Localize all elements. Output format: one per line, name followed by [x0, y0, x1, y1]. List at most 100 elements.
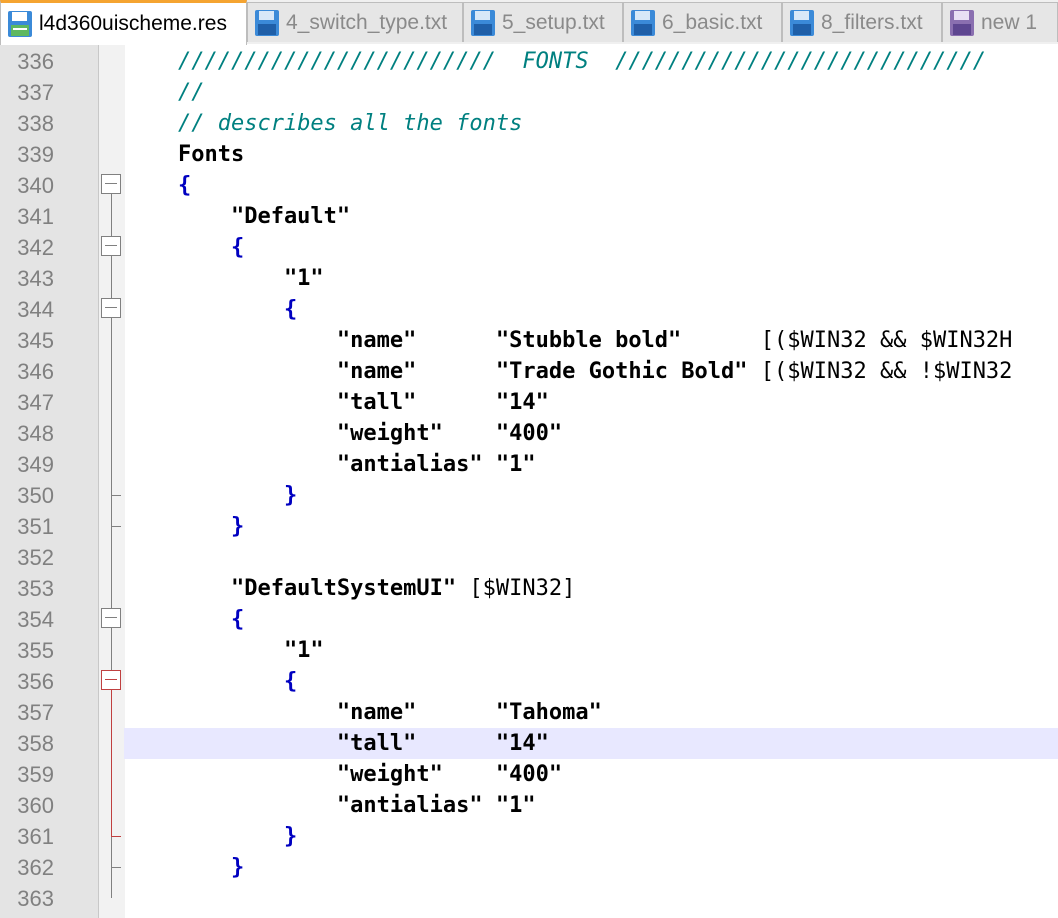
- code-text[interactable]: "name" "Stubble bold" [($WIN32 && $WIN32…: [125, 325, 1013, 356]
- code-line[interactable]: 360 "antialias" "1": [0, 790, 1058, 821]
- code-line[interactable]: 356 {: [0, 666, 1058, 697]
- code-line[interactable]: 351 }: [0, 511, 1058, 542]
- code-line[interactable]: 342 {: [0, 232, 1058, 263]
- save-disk-icon: [470, 9, 496, 37]
- code-line[interactable]: 357 "name" "Tahoma": [0, 697, 1058, 728]
- collapse-box-icon: [101, 174, 121, 194]
- code-text[interactable]: //: [125, 77, 205, 108]
- collapse-box-icon: [101, 608, 121, 628]
- code-text[interactable]: "Default": [125, 201, 350, 232]
- code-line[interactable]: 337 //: [0, 77, 1058, 108]
- tab-8-filters[interactable]: 8_filters.txt: [782, 2, 942, 42]
- code-text[interactable]: }: [125, 511, 244, 542]
- code-line[interactable]: 346 "name" "Trade Gothic Bold" [($WIN32 …: [0, 356, 1058, 387]
- code-text[interactable]: {: [125, 294, 297, 325]
- tab-6-basic[interactable]: 6_basic.txt: [623, 2, 782, 42]
- line-number: 345: [17, 328, 54, 353]
- code-text[interactable]: {: [125, 604, 244, 635]
- code-line[interactable]: 362 }: [0, 852, 1058, 883]
- code-line[interactable]: 361 }: [0, 821, 1058, 852]
- fold-end-marker: [111, 526, 121, 527]
- tab-4-switch-type[interactable]: 4_switch_type.txt: [247, 2, 463, 42]
- code-text[interactable]: "tall" "14": [125, 728, 549, 759]
- fold-toggle-icon[interactable]: [100, 232, 123, 263]
- line-number: 360: [17, 793, 54, 818]
- code-editor[interactable]: 336 //////////////////////// FONTS /////…: [0, 44, 1058, 918]
- code-line[interactable]: 344 {: [0, 294, 1058, 325]
- line-number: 356: [17, 669, 54, 694]
- save-disk-icon: [254, 9, 280, 37]
- code-line[interactable]: 340 {: [0, 170, 1058, 201]
- code-text[interactable]: "name" "Tahoma": [125, 697, 602, 728]
- code-line[interactable]: 349 "antialias" "1": [0, 449, 1058, 480]
- tab-label: 6_basic.txt: [662, 10, 763, 34]
- code-text[interactable]: "weight" "400": [125, 759, 562, 790]
- code-text[interactable]: {: [125, 232, 244, 263]
- fold-line: [111, 690, 112, 836]
- code-text[interactable]: "weight" "400": [125, 418, 562, 449]
- code-line[interactable]: 338 // describes all the fonts: [0, 108, 1058, 139]
- line-number: 341: [17, 204, 54, 229]
- code-line[interactable]: 358 "tall" "14": [0, 728, 1058, 759]
- code-text[interactable]: "tall" "14": [125, 387, 549, 418]
- line-number: 361: [17, 824, 54, 849]
- code-line[interactable]: 350 }: [0, 480, 1058, 511]
- code-line[interactable]: 345 "name" "Stubble bold" [($WIN32 && $W…: [0, 325, 1058, 356]
- code-text[interactable]: "antialias" "1": [125, 449, 536, 480]
- line-number: 351: [17, 514, 54, 539]
- code-text[interactable]: }: [125, 480, 297, 511]
- code-line[interactable]: 348 "weight" "400": [0, 418, 1058, 449]
- line-number: 342: [17, 235, 54, 260]
- code-line[interactable]: 347 "tall" "14": [0, 387, 1058, 418]
- code-line[interactable]: 339 Fonts: [0, 139, 1058, 170]
- code-text[interactable]: }: [125, 852, 244, 883]
- line-number: 346: [17, 359, 54, 384]
- tab-new-1[interactable]: new 1: [942, 2, 1058, 42]
- code-text[interactable]: // describes all the fonts: [125, 108, 522, 139]
- saved-file-icon: [7, 10, 33, 38]
- code-text[interactable]: //////////////////////// FONTS /////////…: [125, 46, 986, 77]
- code-line[interactable]: 353 "DefaultSystemUI" [$WIN32]: [0, 573, 1058, 604]
- tab-bar: l4d360uischeme.res 4_switch_type.txt 5_s…: [0, 0, 1058, 45]
- line-number: 362: [17, 855, 54, 880]
- code-line[interactable]: 341 "Default": [0, 201, 1058, 232]
- code-text[interactable]: "name" "Trade Gothic Bold" [($WIN32 && !…: [125, 356, 1013, 387]
- fold-toggle-icon[interactable]: [100, 294, 123, 325]
- code-line[interactable]: 336 //////////////////////// FONTS /////…: [0, 46, 1058, 77]
- line-number: 352: [17, 545, 54, 570]
- tab-l4d360uischeme[interactable]: l4d360uischeme.res: [0, 0, 247, 45]
- code-line[interactable]: 343 "1": [0, 263, 1058, 294]
- line-number: 347: [17, 390, 54, 415]
- save-disk-icon: [789, 9, 815, 37]
- tab-5-setup[interactable]: 5_setup.txt: [463, 2, 623, 42]
- code-text[interactable]: }: [125, 821, 297, 852]
- unsaved-disk-icon: [949, 9, 975, 37]
- line-number: 337: [17, 80, 54, 105]
- code-line[interactable]: 354 {: [0, 604, 1058, 635]
- code-text[interactable]: "1": [125, 635, 324, 666]
- fold-end-marker: [111, 867, 121, 868]
- code-text[interactable]: {: [125, 170, 191, 201]
- line-number: 336: [17, 49, 54, 74]
- code-text[interactable]: "antialias" "1": [125, 790, 536, 821]
- tab-label: 5_setup.txt: [502, 10, 605, 34]
- fold-toggle-icon[interactable]: [100, 170, 123, 201]
- collapse-box-icon: [101, 298, 121, 318]
- line-number: 349: [17, 452, 54, 477]
- code-text[interactable]: Fonts: [125, 139, 244, 170]
- code-text[interactable]: "DefaultSystemUI" [$WIN32]: [125, 573, 575, 604]
- code-line[interactable]: 352: [0, 542, 1058, 573]
- line-number: 348: [17, 421, 54, 446]
- fold-toggle-icon[interactable]: [100, 604, 123, 635]
- code-line[interactable]: 355 "1": [0, 635, 1058, 666]
- line-number: 350: [17, 483, 54, 508]
- code-line[interactable]: 363: [0, 883, 1058, 914]
- tab-label: 8_filters.txt: [821, 10, 923, 34]
- tab-label: 4_switch_type.txt: [286, 10, 448, 34]
- code-text[interactable]: {: [125, 666, 297, 697]
- fold-toggle-icon[interactable]: [100, 666, 123, 697]
- code-line[interactable]: 359 "weight" "400": [0, 759, 1058, 790]
- code-text[interactable]: "1": [125, 263, 324, 294]
- collapse-box-icon: [101, 236, 121, 256]
- line-number: 363: [17, 886, 54, 911]
